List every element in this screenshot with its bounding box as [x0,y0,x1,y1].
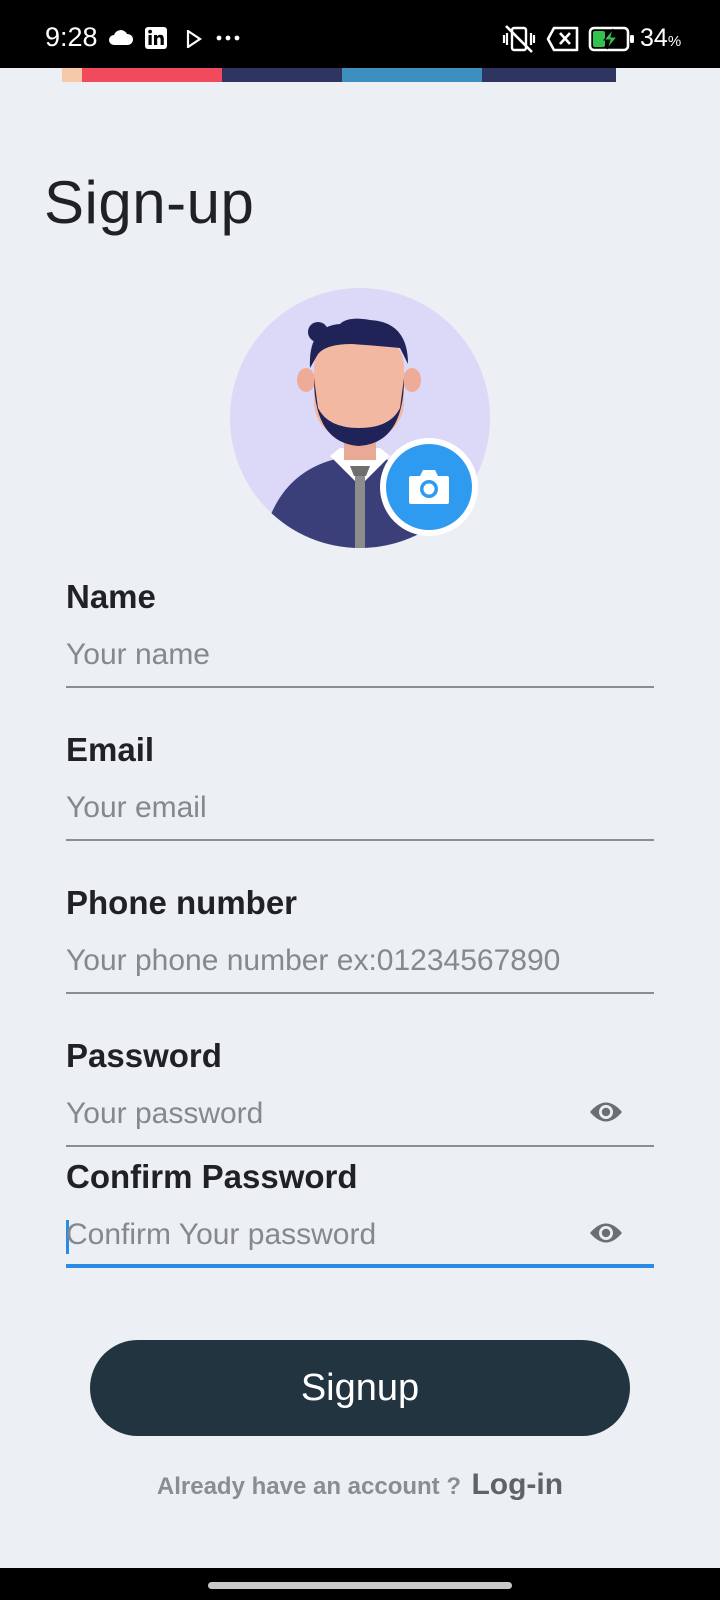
name-label: Name [66,578,156,615]
change-photo-button[interactable] [380,438,478,536]
password-input[interactable]: Your password [66,1093,654,1147]
battery-percent: 34% [640,24,682,52]
confirm-password-input[interactable]: Confirm Your password [66,1214,654,1268]
status-bar: 9:28 34% [0,0,720,68]
password-label: Password [66,1037,222,1074]
password-field-group: Password Your password [66,1037,654,1147]
confirm-password-field-group: Confirm Password Confirm Your password [66,1158,654,1268]
sim-off-icon [546,26,579,52]
header-illustration [62,68,616,82]
status-time: 9:28 [45,22,98,52]
phone-placeholder: Your phone number ex:01234567890 [66,944,561,977]
page-title: Sign-up [44,169,255,236]
login-prompt: Already have an account ? Log-in [0,1468,720,1502]
vibrate-off-icon [502,25,536,53]
email-label: Email [66,731,155,768]
signup-button[interactable]: Signup [90,1340,630,1436]
email-placeholder: Your email [66,791,207,824]
password-placeholder: Your password [66,1097,264,1130]
play-store-icon [186,30,202,48]
name-placeholder: Your name [66,638,210,671]
name-input[interactable]: Your name [66,634,654,688]
email-field-group: Email Your email [66,731,654,841]
login-link[interactable]: Log-in [471,1468,563,1501]
linkedin-icon [145,27,167,49]
camera-icon [409,470,449,504]
cloud-icon [109,30,134,45]
phone-field-group: Phone number Your phone number ex:012345… [66,884,654,994]
battery-charging-icon [588,26,634,52]
eye-icon[interactable] [588,1099,624,1125]
name-field-group: Name Your name [66,578,654,688]
home-gesture-handle[interactable] [208,1582,512,1589]
eye-icon[interactable] [588,1220,624,1246]
phone-label: Phone number [66,884,298,921]
more-icon [216,35,240,41]
login-question: Already have an account ? [156,1473,461,1500]
confirm-password-placeholder: Confirm Your password [66,1218,377,1251]
confirm-password-label: Confirm Password [66,1158,358,1195]
email-input[interactable]: Your email [66,787,654,841]
phone-input[interactable]: Your phone number ex:01234567890 [66,940,654,994]
